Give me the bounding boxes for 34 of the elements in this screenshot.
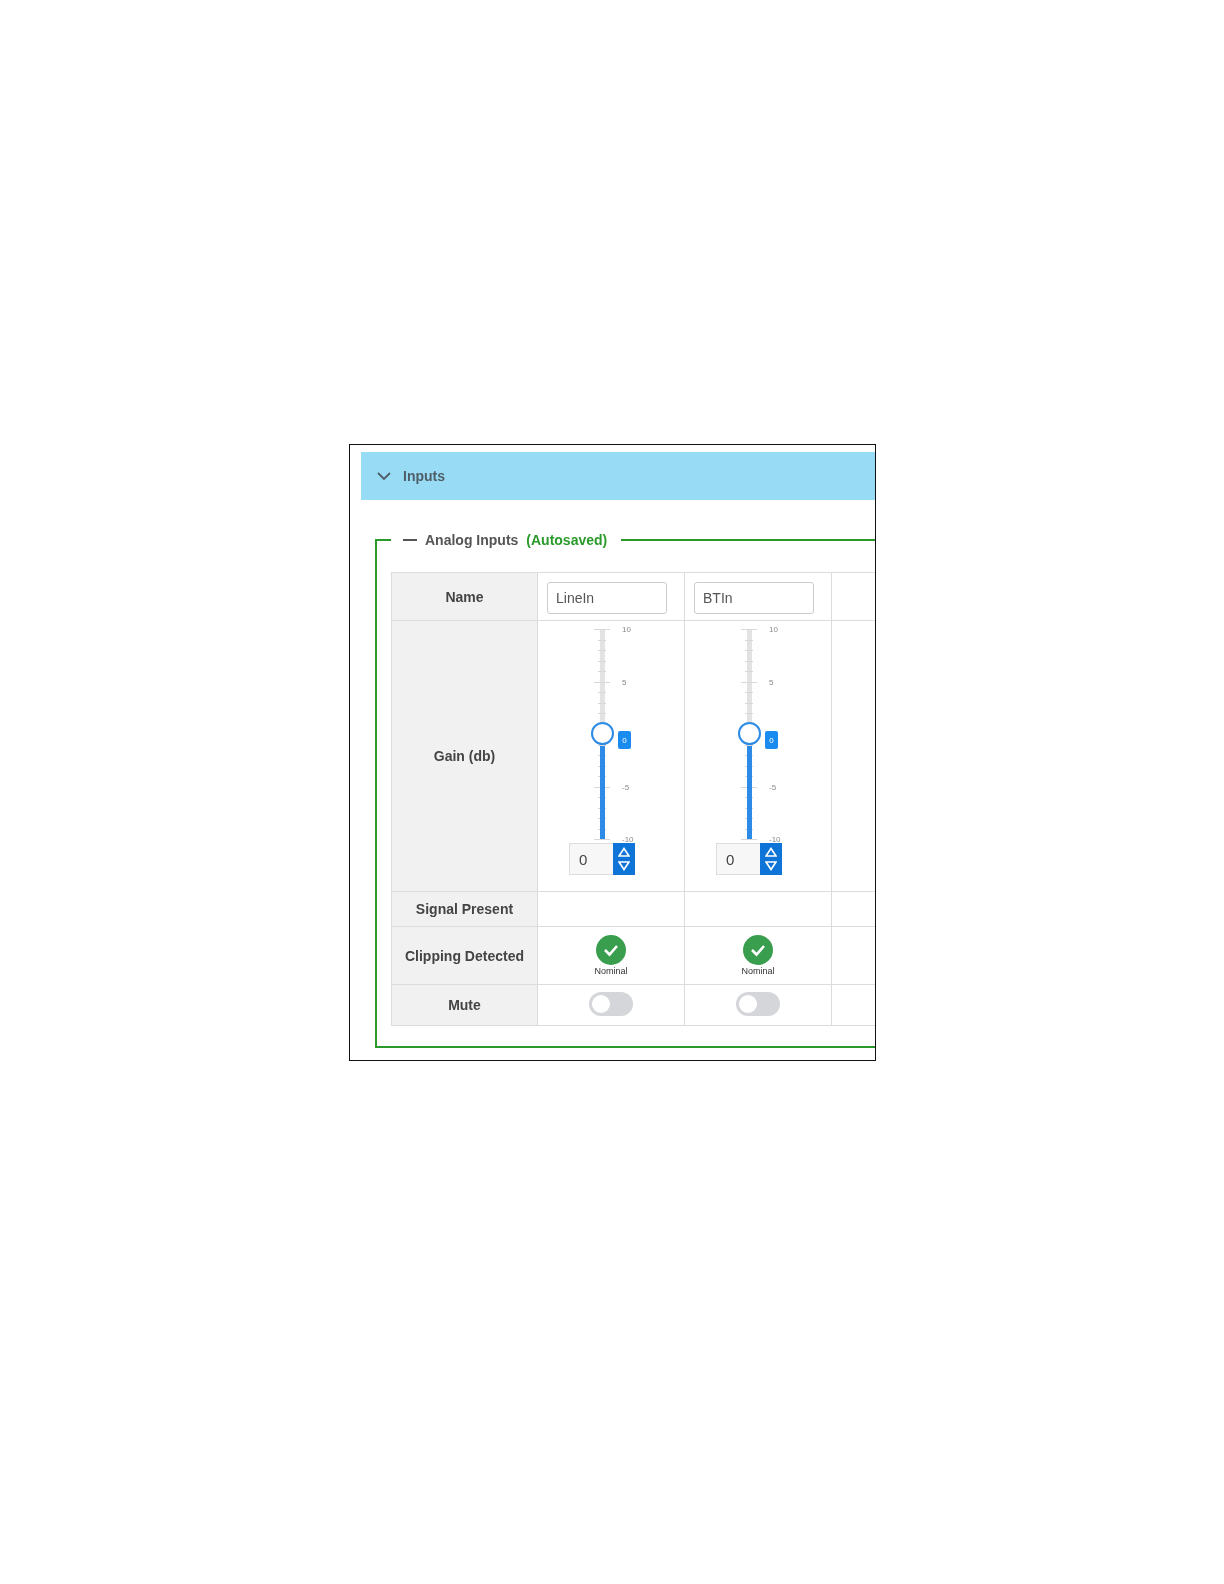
name-field[interactable]: BTIn	[694, 582, 814, 614]
status-label: Nominal	[740, 966, 776, 976]
up-arrow-icon[interactable]	[765, 847, 777, 857]
slider-thumb[interactable]	[591, 722, 614, 745]
name-field[interactable]: LineIn	[547, 582, 667, 614]
slider-thumb[interactable]	[738, 722, 761, 745]
scale-label: 5	[769, 677, 774, 687]
scale-label: 10	[769, 625, 778, 634]
scale-label: -5	[622, 782, 630, 792]
group-title: Analog Inputs	[425, 532, 519, 548]
gain-input[interactable]: 0	[716, 843, 760, 875]
row-label: Signal Present	[415, 901, 514, 917]
section-title: Inputs	[403, 468, 445, 484]
section-header[interactable]: Inputs	[361, 452, 875, 500]
autosave-status: (Autosaved)	[526, 532, 608, 548]
value-tooltip: 0	[618, 731, 631, 749]
value-tooltip: 0	[765, 731, 778, 749]
scale-label: -10	[769, 835, 781, 844]
row-label: Mute	[448, 997, 481, 1013]
mute-toggle[interactable]	[589, 991, 633, 1016]
row-label: Gain (db)	[433, 748, 496, 764]
mute-toggle[interactable]	[736, 991, 780, 1016]
scale-label: 5	[622, 677, 627, 687]
scale-label: -5	[769, 782, 777, 792]
chevron-icon[interactable]	[377, 471, 391, 481]
status-label: Nominal	[593, 966, 629, 976]
row-label: Clipping Detected	[405, 947, 524, 964]
down-arrow-icon[interactable]	[618, 861, 630, 871]
scale-label: -10	[622, 835, 634, 844]
scale-label: 10	[622, 625, 631, 634]
gain-input[interactable]: 0	[569, 843, 613, 875]
row-label: Name	[445, 588, 484, 605]
down-arrow-icon[interactable]	[765, 861, 777, 871]
up-arrow-icon[interactable]	[618, 847, 630, 857]
